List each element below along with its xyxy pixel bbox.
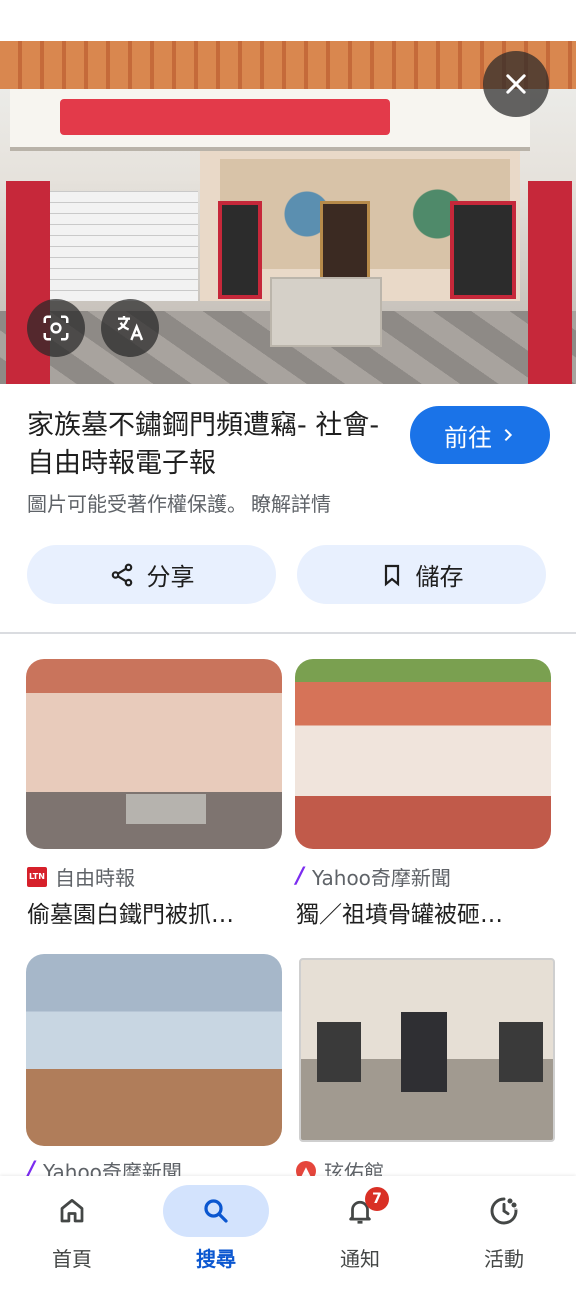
bottom-nav: 首頁 搜尋 7 通知 活動 bbox=[0, 1176, 576, 1312]
source-name: Yahoo奇摩新聞 bbox=[312, 866, 451, 890]
save-button[interactable]: 儲存 bbox=[297, 545, 546, 604]
nav-icon-wrap bbox=[163, 1185, 269, 1237]
related-image[interactable] bbox=[26, 659, 282, 849]
nav-home[interactable]: 首頁 bbox=[0, 1176, 144, 1296]
yahoo-logo-icon: / bbox=[296, 864, 305, 889]
translate-button[interactable] bbox=[101, 299, 159, 357]
related-image[interactable] bbox=[299, 958, 555, 1142]
activity-icon bbox=[490, 1197, 518, 1225]
image-door bbox=[450, 201, 516, 299]
divider bbox=[0, 632, 576, 634]
image-altar bbox=[270, 277, 382, 347]
source-name: 自由時報 bbox=[55, 866, 135, 890]
save-label: 儲存 bbox=[415, 563, 464, 591]
nav-icon-wrap: 7 bbox=[307, 1185, 413, 1237]
nav-label: 活動 bbox=[484, 1247, 524, 1271]
image-brick-wall bbox=[48, 191, 198, 301]
nav-search[interactable]: 搜尋 bbox=[144, 1176, 288, 1296]
lens-icon bbox=[43, 315, 69, 341]
visit-label: 前往 bbox=[444, 423, 492, 452]
related-image[interactable] bbox=[26, 954, 282, 1146]
image-stele bbox=[401, 1012, 447, 1092]
nav-label: 首頁 bbox=[52, 1247, 92, 1271]
image-pillar bbox=[528, 181, 572, 384]
share-button[interactable]: 分享 bbox=[27, 545, 276, 604]
nav-notifications[interactable]: 7 通知 bbox=[288, 1176, 432, 1296]
bookmark-icon bbox=[384, 564, 399, 586]
nav-label: 通知 bbox=[340, 1247, 380, 1271]
related-title[interactable]: 偷墓園白鐵門被抓… bbox=[27, 895, 283, 929]
related-source: / Yahoo奇摩新聞 bbox=[296, 862, 451, 891]
related-image[interactable] bbox=[295, 659, 551, 849]
nav-activity[interactable]: 活動 bbox=[432, 1176, 576, 1296]
translate-icon bbox=[117, 316, 144, 341]
notification-badge: 7 bbox=[365, 1187, 389, 1211]
close-icon bbox=[506, 74, 526, 94]
close-button[interactable] bbox=[483, 51, 549, 117]
nav-label: 搜尋 bbox=[196, 1247, 236, 1271]
share-icon bbox=[111, 563, 132, 586]
related-title[interactable]: 獨／祖墳骨罐被砸… bbox=[296, 895, 552, 929]
image-plaque bbox=[60, 99, 390, 135]
copyright-notice: 圖片可能受著作權保護。 瞭解詳情 bbox=[27, 488, 331, 517]
nav-icon-wrap bbox=[451, 1185, 557, 1237]
lens-button[interactable] bbox=[27, 299, 85, 357]
learn-more-link[interactable]: 瞭解詳情 bbox=[251, 492, 331, 516]
search-icon bbox=[204, 1199, 228, 1223]
nav-icon-wrap bbox=[19, 1185, 125, 1237]
related-source: LTN 自由時報 bbox=[27, 862, 135, 891]
image-panel bbox=[317, 1022, 361, 1082]
home-icon bbox=[60, 1199, 84, 1223]
copyright-text: 圖片可能受著作權保護。 bbox=[27, 492, 247, 516]
visit-button[interactable]: 前往 bbox=[410, 406, 550, 464]
ltn-logo-icon: LTN bbox=[27, 866, 47, 887]
image-door bbox=[218, 201, 262, 299]
share-label: 分享 bbox=[146, 563, 195, 591]
image-panel bbox=[499, 1022, 543, 1082]
result-title[interactable]: 家族墓不鏽鋼門頻遭竊- 社會- 自由時報電子報 bbox=[27, 407, 397, 483]
chevron-right-icon bbox=[504, 428, 513, 442]
